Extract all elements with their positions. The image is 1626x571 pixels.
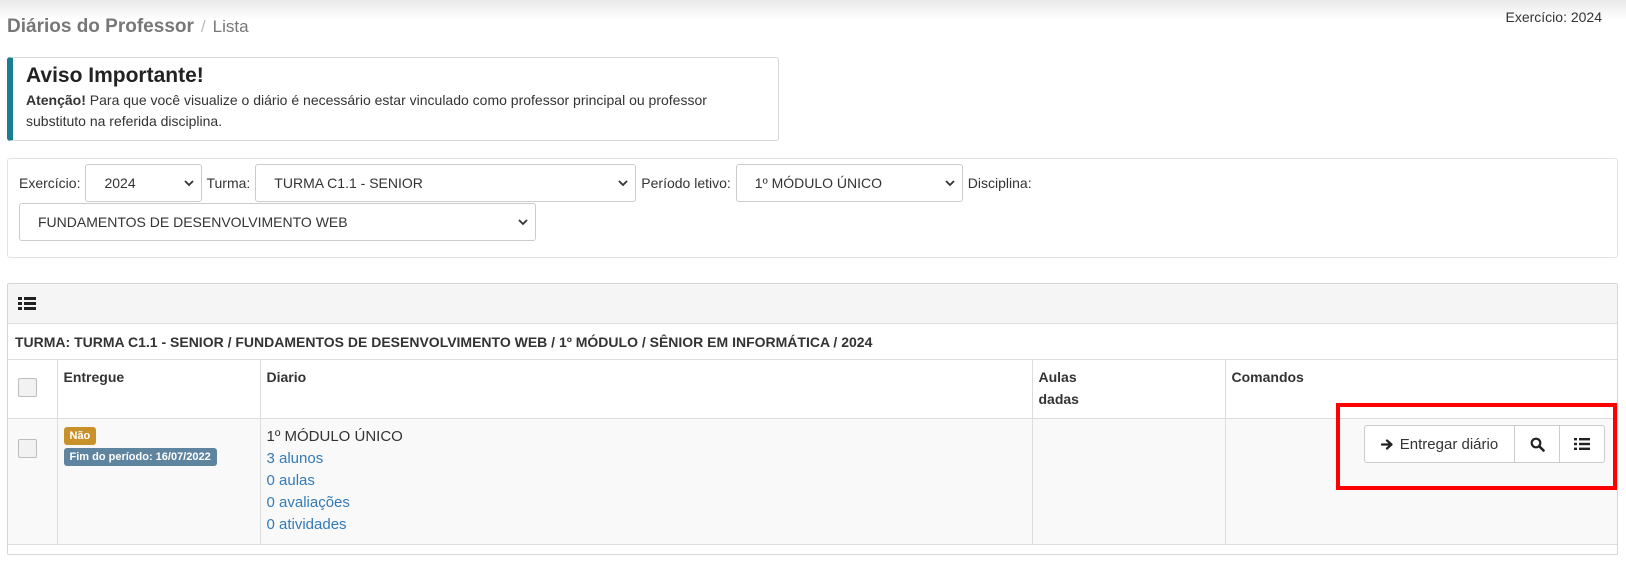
breadcrumb-separator: /	[200, 17, 206, 36]
period-end-badge: Fim do período: 16/07/2022	[63, 447, 217, 466]
highlight-box	[1336, 403, 1617, 490]
important-notice: Aviso Importante! Atenção! Para que você…	[7, 57, 779, 141]
atividades-link[interactable]: 0 atividades	[267, 514, 1026, 536]
select-all-checkbox[interactable]	[18, 378, 37, 397]
column-entregue: Entregue	[57, 360, 261, 419]
panel-header	[8, 284, 1617, 324]
avaliacoes-link[interactable]: 0 avaliações	[267, 492, 1026, 514]
breadcrumb-current: Lista	[212, 17, 249, 36]
disciplina-select[interactable]: FUNDAMENTOS DE DESENVOLVIMENTO WEB	[19, 203, 536, 241]
aulas-dadas-cell	[1032, 418, 1226, 545]
notice-message: Atenção! Para que você visualize o diári…	[26, 90, 766, 132]
column-aulas-dadas-line1: Aulas	[1038, 369, 1077, 385]
row-checkbox[interactable]	[18, 438, 37, 458]
exercicio-select-value: 2024	[104, 175, 136, 191]
periodo-label: Período letivo:	[641, 175, 731, 191]
alunos-link[interactable]: 3 alunos	[267, 448, 1026, 470]
list-icon	[18, 296, 36, 310]
status-badge: Não	[63, 426, 97, 445]
column-diario: Diario	[260, 360, 1033, 419]
chevron-down-icon	[518, 219, 528, 226]
exercicio-select[interactable]: 2024	[85, 164, 203, 202]
filter-panel: Exercício: 2024 Turma: TURMA C1.1 - SENI…	[7, 158, 1618, 258]
notice-text: Para que você visualize o diário é neces…	[26, 92, 707, 129]
entregue-cell: Não Fim do período: 16/07/2022	[57, 418, 261, 545]
turma-select-value: TURMA C1.1 - SENIOR	[274, 175, 423, 191]
aulas-link[interactable]: 0 aulas	[267, 470, 1026, 492]
breadcrumb: Diários do Professor / Lista	[7, 16, 249, 38]
diario-cell: 1º MÓDULO ÚNICO 3 alunos 0 aulas 0 avali…	[260, 418, 1033, 545]
notice-strong: Atenção!	[26, 92, 86, 108]
filter-row-2: FUNDAMENTOS DE DESENVOLVIMENTO WEB	[19, 203, 536, 241]
diario-title: 1º MÓDULO ÚNICO	[266, 427, 403, 445]
column-aulas-dadas-line2: dadas	[1038, 391, 1079, 407]
disciplina-label: Disciplina:	[967, 175, 1032, 191]
periodo-select-value: 1º MÓDULO ÚNICO	[754, 175, 883, 191]
turma-select[interactable]: TURMA C1.1 - SENIOR	[255, 164, 637, 202]
row-select-cell	[8, 418, 58, 545]
filter-row-1: Exercício: 2024 Turma: TURMA C1.1 - SENI…	[19, 164, 1037, 202]
chevron-down-icon	[184, 180, 195, 187]
exercicio-label: Exercício:	[19, 175, 81, 191]
chevron-down-icon	[945, 180, 955, 187]
select-all-cell	[8, 360, 58, 419]
turma-label: Turma:	[206, 175, 251, 191]
disciplina-select-value: FUNDAMENTOS DE DESENVOLVIMENTO WEB	[38, 214, 348, 230]
exercicio-indicator: Exercício: 2024	[1505, 9, 1603, 25]
notice-title: Aviso Importante!	[26, 64, 204, 87]
panel-caption: TURMA: TURMA C1.1 - SENIOR / FUNDAMENTOS…	[8, 324, 1617, 360]
page-title: Diários do Professor	[7, 16, 194, 37]
periodo-select[interactable]: 1º MÓDULO ÚNICO	[735, 164, 963, 202]
chevron-down-icon	[618, 180, 628, 187]
column-aulas-dadas: Aulas dadas	[1032, 360, 1226, 419]
